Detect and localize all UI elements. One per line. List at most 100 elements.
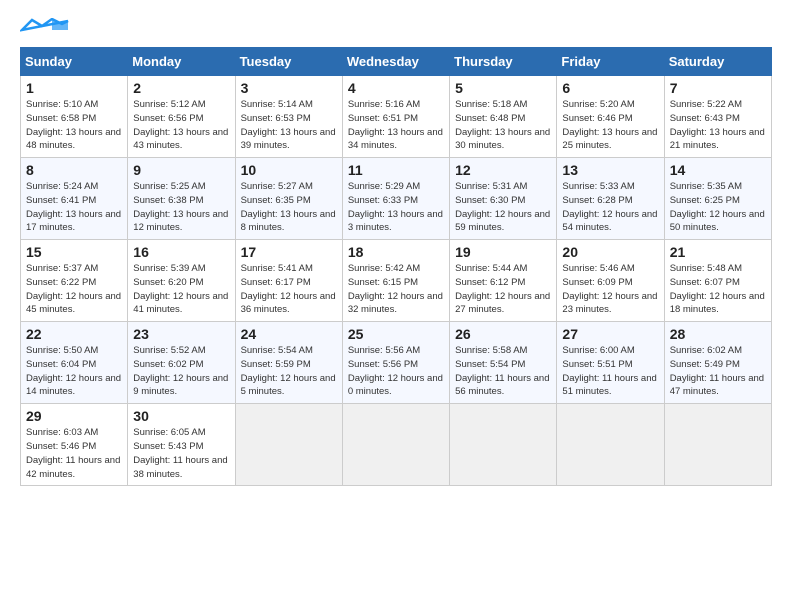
calendar-cell: 22 Sunrise: 5:50 AMSunset: 6:04 PMDayligh… (21, 322, 128, 404)
day-number: 12 (455, 162, 552, 178)
day-number: 27 (562, 326, 659, 342)
calendar-cell (557, 404, 664, 486)
calendar-cell: 26 Sunrise: 5:58 AMSunset: 5:54 PMDayligh… (450, 322, 557, 404)
calendar-cell: 10 Sunrise: 5:27 AMSunset: 6:35 PMDayligh… (235, 158, 342, 240)
calendar-cell: 24 Sunrise: 5:54 AMSunset: 5:59 PMDayligh… (235, 322, 342, 404)
day-info: Sunrise: 5:14 AMSunset: 6:53 PMDaylight:… (241, 98, 338, 153)
calendar-cell: 4 Sunrise: 5:16 AMSunset: 6:51 PMDaylight… (342, 76, 449, 158)
col-header-friday: Friday (557, 48, 664, 76)
calendar-cell: 11Sunrise: 5:29 AMSunset: 6:33 PMDayligh… (342, 158, 449, 240)
day-number: 24 (241, 326, 338, 342)
day-info: Sunrise: 5:22 AMSunset: 6:43 PMDaylight:… (670, 98, 767, 153)
calendar-cell (450, 404, 557, 486)
calendar-cell: 17 Sunrise: 5:41 AMSunset: 6:17 PMDayligh… (235, 240, 342, 322)
calendar-week-row: 29 Sunrise: 6:03 AMSunset: 5:46 PMDayligh… (21, 404, 772, 486)
day-number: 1 (26, 80, 123, 96)
day-number: 11 (348, 162, 445, 178)
day-info: Sunrise: 5:20 AMSunset: 6:46 PMDaylight:… (562, 98, 659, 153)
day-number: 18 (348, 244, 445, 260)
day-info: Sunrise: 5:16 AMSunset: 6:51 PMDaylight:… (348, 98, 445, 153)
day-info: Sunrise: 5:37 AMSunset: 6:22 PMDaylight:… (26, 262, 123, 317)
calendar-cell: 18 Sunrise: 5:42 AMSunset: 6:15 PMDayligh… (342, 240, 449, 322)
day-number: 25 (348, 326, 445, 342)
day-info: Sunrise: 5:41 AMSunset: 6:17 PMDaylight:… (241, 262, 338, 317)
calendar-cell: 19 Sunrise: 5:44 AMSunset: 6:12 PMDayligh… (450, 240, 557, 322)
logo-icon (20, 18, 70, 32)
day-number: 19 (455, 244, 552, 260)
day-number: 29 (26, 408, 123, 424)
day-info: Sunrise: 5:48 AMSunset: 6:07 PMDaylight:… (670, 262, 767, 317)
day-number: 28 (670, 326, 767, 342)
day-info: Sunrise: 5:31 AMSunset: 6:30 PMDaylight:… (455, 180, 552, 235)
day-info: Sunrise: 5:46 AMSunset: 6:09 PMDaylight:… (562, 262, 659, 317)
day-info: Sunrise: 5:50 AMSunset: 6:04 PMDaylight:… (26, 344, 123, 399)
day-number: 4 (348, 80, 445, 96)
day-info: Sunrise: 5:25 AMSunset: 6:38 PMDaylight:… (133, 180, 230, 235)
day-number: 23 (133, 326, 230, 342)
calendar-cell: 27 Sunrise: 6:00 AMSunset: 5:51 PMDayligh… (557, 322, 664, 404)
day-info: Sunrise: 6:00 AMSunset: 5:51 PMDaylight:… (562, 344, 659, 399)
day-number: 22 (26, 326, 123, 342)
calendar-cell: 30Sunrise: 6:05 AMSunset: 5:43 PMDayligh… (128, 404, 235, 486)
day-number: 21 (670, 244, 767, 260)
day-info: Sunrise: 5:10 AMSunset: 6:58 PMDaylight:… (26, 98, 123, 153)
calendar-cell: 2Sunrise: 5:12 AMSunset: 6:56 PMDaylight… (128, 76, 235, 158)
day-info: Sunrise: 5:27 AMSunset: 6:35 PMDaylight:… (241, 180, 338, 235)
calendar-cell: 7Sunrise: 5:22 AMSunset: 6:43 PMDaylight… (664, 76, 771, 158)
calendar-header-row: SundayMondayTuesdayWednesdayThursdayFrid… (21, 48, 772, 76)
day-number: 10 (241, 162, 338, 178)
day-number: 14 (670, 162, 767, 178)
day-info: Sunrise: 5:18 AMSunset: 6:48 PMDaylight:… (455, 98, 552, 153)
calendar-cell: 13 Sunrise: 5:33 AMSunset: 6:28 PMDayligh… (557, 158, 664, 240)
calendar-week-row: 1 Sunrise: 5:10 AMSunset: 6:58 PMDaylight… (21, 76, 772, 158)
calendar-week-row: 8Sunrise: 5:24 AMSunset: 6:41 PMDaylight… (21, 158, 772, 240)
day-number: 15 (26, 244, 123, 260)
col-header-tuesday: Tuesday (235, 48, 342, 76)
day-number: 17 (241, 244, 338, 260)
calendar-cell (235, 404, 342, 486)
calendar-cell: 25 Sunrise: 5:56 AMSunset: 5:56 PMDayligh… (342, 322, 449, 404)
day-info: Sunrise: 5:33 AMSunset: 6:28 PMDaylight:… (562, 180, 659, 235)
calendar-cell: 1 Sunrise: 5:10 AMSunset: 6:58 PMDaylight… (21, 76, 128, 158)
day-info: Sunrise: 5:39 AMSunset: 6:20 PMDaylight:… (133, 262, 230, 317)
calendar-week-row: 15 Sunrise: 5:37 AMSunset: 6:22 PMDayligh… (21, 240, 772, 322)
day-number: 26 (455, 326, 552, 342)
calendar-cell: 23Sunrise: 5:52 AMSunset: 6:02 PMDayligh… (128, 322, 235, 404)
day-info: Sunrise: 5:58 AMSunset: 5:54 PMDaylight:… (455, 344, 552, 399)
day-info: Sunrise: 5:56 AMSunset: 5:56 PMDaylight:… (348, 344, 445, 399)
col-header-wednesday: Wednesday (342, 48, 449, 76)
day-number: 8 (26, 162, 123, 178)
calendar-cell (342, 404, 449, 486)
calendar-cell: 8Sunrise: 5:24 AMSunset: 6:41 PMDaylight… (21, 158, 128, 240)
day-info: Sunrise: 5:44 AMSunset: 6:12 PMDaylight:… (455, 262, 552, 317)
col-header-monday: Monday (128, 48, 235, 76)
calendar-cell: 29 Sunrise: 6:03 AMSunset: 5:46 PMDayligh… (21, 404, 128, 486)
day-info: Sunrise: 5:54 AMSunset: 5:59 PMDaylight:… (241, 344, 338, 399)
calendar-cell: 9 Sunrise: 5:25 AMSunset: 6:38 PMDaylight… (128, 158, 235, 240)
calendar-week-row: 22 Sunrise: 5:50 AMSunset: 6:04 PMDayligh… (21, 322, 772, 404)
calendar-cell: 14 Sunrise: 5:35 AMSunset: 6:25 PMDayligh… (664, 158, 771, 240)
day-number: 6 (562, 80, 659, 96)
calendar-cell: 12 Sunrise: 5:31 AMSunset: 6:30 PMDayligh… (450, 158, 557, 240)
calendar-cell: 3 Sunrise: 5:14 AMSunset: 6:53 PMDaylight… (235, 76, 342, 158)
day-info: Sunrise: 5:42 AMSunset: 6:15 PMDaylight:… (348, 262, 445, 317)
calendar-cell: 21 Sunrise: 5:48 AMSunset: 6:07 PMDayligh… (664, 240, 771, 322)
day-number: 5 (455, 80, 552, 96)
day-info: Sunrise: 6:02 AMSunset: 5:49 PMDaylight:… (670, 344, 767, 399)
calendar-table: SundayMondayTuesdayWednesdayThursdayFrid… (20, 47, 772, 486)
day-number: 2 (133, 80, 230, 96)
calendar-cell: 20 Sunrise: 5:46 AMSunset: 6:09 PMDayligh… (557, 240, 664, 322)
day-number: 20 (562, 244, 659, 260)
calendar-cell: 15 Sunrise: 5:37 AMSunset: 6:22 PMDayligh… (21, 240, 128, 322)
col-header-sunday: Sunday (21, 48, 128, 76)
col-header-thursday: Thursday (450, 48, 557, 76)
day-number: 9 (133, 162, 230, 178)
day-info: Sunrise: 6:03 AMSunset: 5:46 PMDaylight:… (26, 426, 123, 481)
day-number: 3 (241, 80, 338, 96)
day-number: 13 (562, 162, 659, 178)
col-header-saturday: Saturday (664, 48, 771, 76)
day-number: 16 (133, 244, 230, 260)
calendar-cell: 28 Sunrise: 6:02 AMSunset: 5:49 PMDayligh… (664, 322, 771, 404)
calendar-cell: 16 Sunrise: 5:39 AMSunset: 6:20 PMDayligh… (128, 240, 235, 322)
day-info: Sunrise: 5:35 AMSunset: 6:25 PMDaylight:… (670, 180, 767, 235)
